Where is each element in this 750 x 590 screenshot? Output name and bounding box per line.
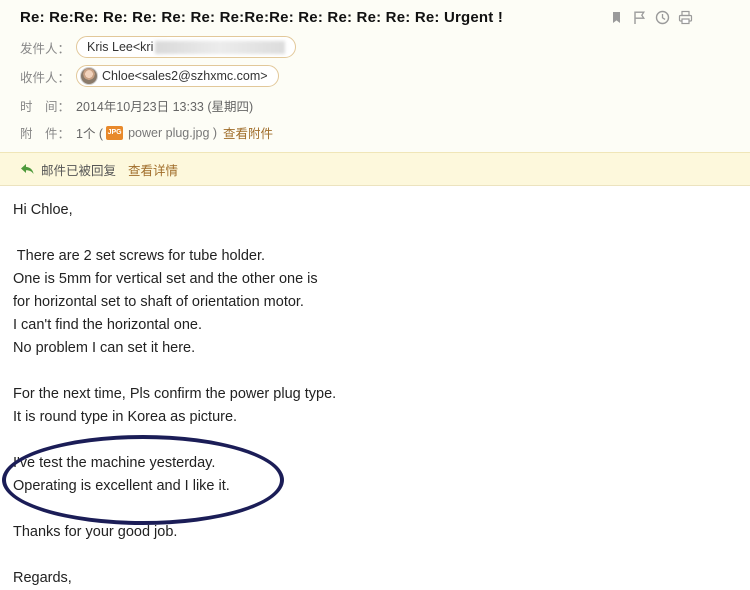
- view-details-link[interactable]: 查看详情: [128, 160, 178, 179]
- hand-drawn-circle-annotation: [2, 435, 284, 525]
- body-line: [13, 544, 336, 567]
- reply-notice-bar: 邮件已被回复 查看详情: [0, 152, 750, 186]
- bookmark-icon[interactable]: [609, 10, 624, 25]
- body-line: [13, 360, 336, 383]
- attachment-filename[interactable]: power plug.jpg ): [128, 126, 217, 140]
- sender-row: 发件人： Kris Lee<kri: [20, 36, 297, 58]
- body-line: I can't find the horizontal one.: [13, 317, 202, 333]
- jpg-file-icon: JPG: [106, 125, 124, 140]
- mail-subject: Re: Re:Re: Re: Re: Re: Re: Re:Re:Re: Re:…: [20, 9, 504, 26]
- mail-body: Hi Chloe, There are 2 set screws for tub…: [13, 199, 336, 590]
- sender-name: Kris Lee<kri: [87, 40, 154, 54]
- attachment-count: 1个 (: [76, 127, 104, 141]
- sender-label: 发件人：: [20, 41, 71, 56]
- body-line: It is round type in Korea as picture.: [13, 409, 238, 425]
- recipient-pill[interactable]: Chloe <sales2@szhxmc.com>: [76, 65, 279, 87]
- recipient-email: <sales2@szhxmc.com>: [134, 69, 268, 83]
- reply-notice-text: 邮件已被回复: [41, 163, 117, 178]
- avatar: [80, 67, 98, 85]
- header-actions: [609, 10, 693, 25]
- time-value: 2014年10月23日 13:33 (星期四): [76, 100, 254, 114]
- attachment-label: 附 件：: [20, 127, 71, 141]
- reply-icon: [20, 163, 35, 176]
- recipient-name: Chloe: [102, 69, 135, 83]
- body-line: for horizontal set to shaft of orientati…: [13, 294, 304, 310]
- flag-icon[interactable]: [632, 10, 647, 25]
- body-line: For the next time, Pls confirm the power…: [13, 386, 337, 402]
- time-label: 时 间：: [20, 100, 71, 114]
- view-attachment-link[interactable]: 查看附件: [223, 123, 273, 142]
- body-line: One is 5mm for vertical set and the othe…: [13, 271, 318, 287]
- time-row: 时 间： 2014年10月23日 13:33 (星期四): [20, 96, 253, 115]
- attachment-row: 附 件： 1个 ( JPG power plug.jpg ) 查看附件: [20, 123, 273, 142]
- print-icon[interactable]: [678, 10, 693, 25]
- body-line: Regards,: [13, 570, 72, 586]
- clock-icon[interactable]: [655, 10, 670, 25]
- sender-pill[interactable]: Kris Lee<kri: [76, 36, 297, 58]
- body-line: [13, 222, 336, 245]
- body-line: There are 2 set screws for tube holder.: [13, 248, 266, 264]
- body-line: No problem I can set it here.: [13, 340, 196, 356]
- recipient-row: 收件人： Chloe <sales2@szhxmc.com>: [20, 65, 279, 87]
- recipient-label: 收件人：: [20, 70, 71, 85]
- body-line: Thanks for your good job.: [13, 524, 178, 540]
- redacted-email: [155, 40, 286, 54]
- body-line: Hi Chloe,: [13, 202, 73, 218]
- mail-header: Re: Re:Re: Re: Re: Re: Re: Re:Re:Re: Re:…: [0, 0, 750, 152]
